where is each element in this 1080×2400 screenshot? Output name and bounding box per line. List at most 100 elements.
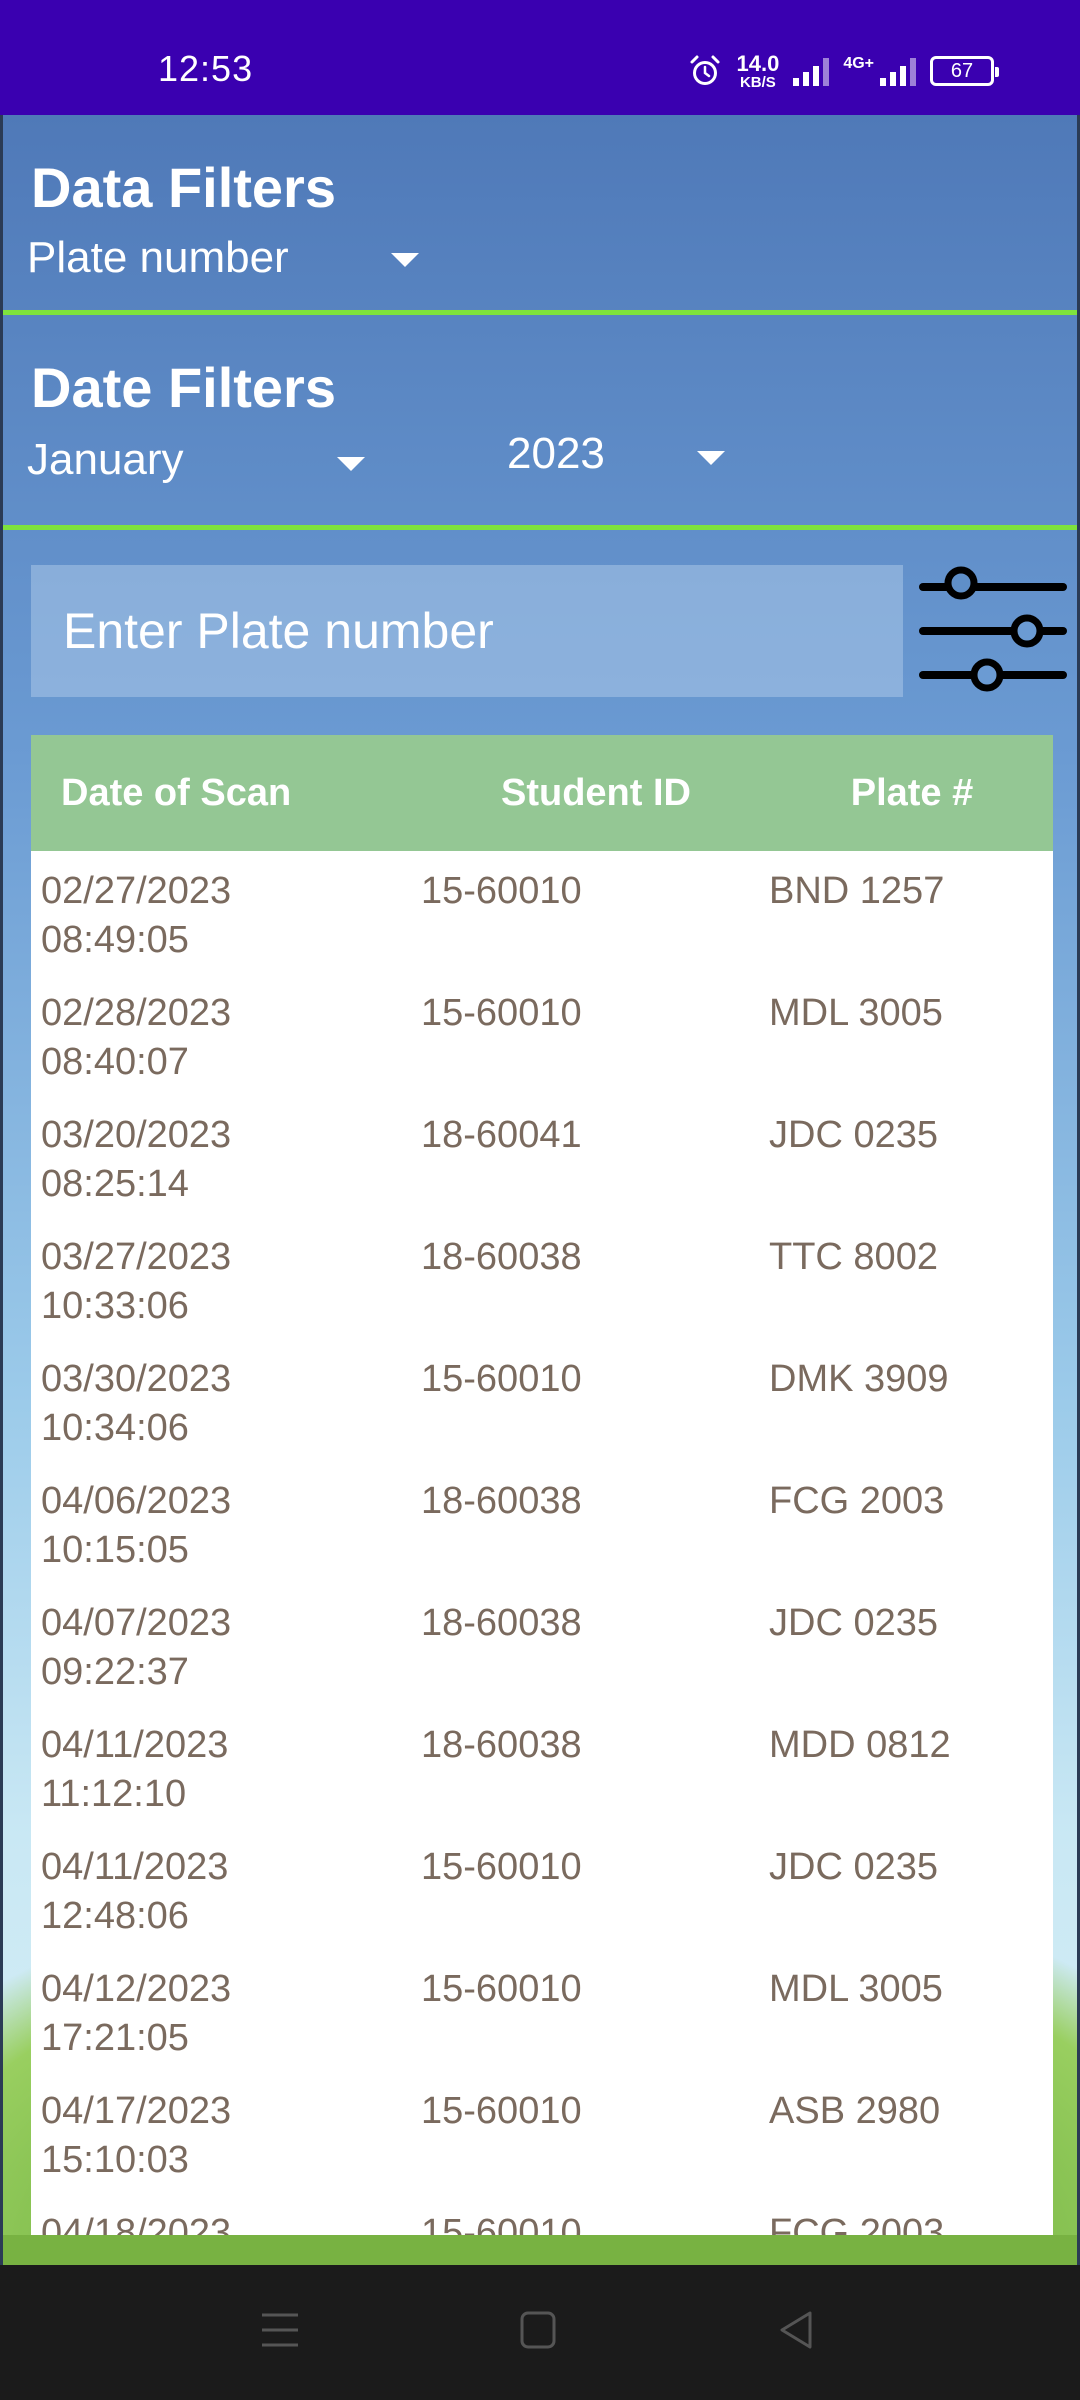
scan-date: 04/17/2023: [41, 2090, 232, 2132]
signal-icon: [793, 56, 830, 86]
plate-cell: JDC 0235: [769, 1846, 938, 1888]
date-filters-section: Date Filters January 2023: [3, 315, 1077, 530]
table-row[interactable]: 02/28/2023 08:40:07 15-60010 MDL 3005: [31, 973, 1053, 1095]
scan-time: 10:34:06: [41, 1407, 189, 1449]
column-header-date: Date of Scan: [61, 771, 292, 814]
year-dropdown[interactable]: 2023: [507, 429, 725, 479]
column-header-plate: Plate #: [850, 771, 974, 814]
data-filters-section: Data Filters Plate number: [3, 115, 1077, 315]
scan-time: 11:12:10: [41, 1773, 187, 1815]
status-icons: 14.0 KB/S 4G+ 67: [688, 48, 999, 94]
student-id-cell: 15-60010: [421, 1968, 582, 2010]
scan-date: 03/27/2023: [41, 1236, 232, 1278]
scan-date: 04/11/2023: [41, 1846, 229, 1888]
scan-date: 02/28/2023: [41, 992, 232, 1034]
scan-time: 10:15:05: [41, 1529, 189, 1571]
student-id-cell: 15-60010: [421, 1846, 582, 1888]
bottom-frame: [3, 2235, 1077, 2265]
back-icon[interactable]: [776, 2305, 816, 2355]
scan-datetime-cell: 03/27/2023 10:33:06: [31, 1217, 421, 1339]
student-id-cell: 18-60041: [421, 1114, 582, 1156]
month-dropdown[interactable]: January: [27, 435, 365, 485]
scan-date: 04/18/2023: [41, 2212, 232, 2235]
table-row[interactable]: 04/07/2023 09:22:37 18-60038 JDC 0235: [31, 1583, 1053, 1705]
chevron-down-icon: [391, 253, 419, 267]
plate-cell: BND 1257: [769, 870, 945, 912]
student-id-cell: 18-60038: [421, 1602, 582, 1644]
menu-icon[interactable]: [260, 2305, 300, 2355]
table-row[interactable]: 04/17/2023 15:10:03 15-60010 ASB 2980: [31, 2071, 1053, 2193]
scan-time: 15:10:03: [41, 2139, 189, 2181]
chevron-down-icon: [697, 451, 725, 465]
plate-cell: MDD 0812: [769, 1724, 951, 1766]
scan-date: 02/27/2023: [41, 870, 232, 912]
table-header: Date of Scan Student ID Plate #: [31, 735, 1053, 851]
scan-date: 04/11/2023: [41, 1724, 229, 1766]
table-row[interactable]: 04/11/2023 12:48:06 15-60010 JDC 0235: [31, 1827, 1053, 1949]
plate-cell: ASB 2980: [769, 2090, 941, 2132]
month-value: January: [27, 435, 184, 484]
table-row[interactable]: 04/06/2023 10:15:05 18-60038 FCG 2003: [31, 1461, 1053, 1583]
student-id-cell: 15-60010: [421, 2090, 582, 2132]
data-filters-title: Data Filters: [31, 156, 336, 219]
scan-date: 03/30/2023: [41, 1358, 232, 1400]
student-id-cell: 18-60038: [421, 1480, 582, 1522]
chevron-down-icon: [337, 457, 365, 471]
table-row[interactable]: 03/27/2023 10:33:06 18-60038 TTC 8002: [31, 1217, 1053, 1339]
scan-time: 09:22:37: [41, 1651, 189, 1693]
scan-datetime-cell: 04/11/2023 11:12:10: [31, 1705, 421, 1827]
table-row[interactable]: 04/18/2023 15-60010 FCG 2003: [31, 2193, 1053, 2235]
student-id-cell: 15-60010: [421, 992, 582, 1034]
scan-time: 10:33:06: [41, 1285, 189, 1327]
plate-search-input[interactable]: [31, 565, 903, 697]
student-id-cell: 15-60010: [421, 870, 582, 912]
scan-time: 08:25:14: [41, 1163, 189, 1205]
year-value: 2023: [507, 429, 605, 478]
scan-datetime-cell: 04/18/2023: [31, 2193, 421, 2235]
plate-cell: JDC 0235: [769, 1602, 938, 1644]
plate-cell: DMK 3909: [769, 1358, 949, 1400]
scan-time: 08:40:07: [41, 1041, 189, 1083]
scan-datetime-cell: 04/06/2023 10:15:05: [31, 1461, 421, 1583]
plate-cell: TTC 8002: [769, 1236, 938, 1278]
signal-4g-icon: 4G+: [843, 56, 916, 86]
status-time: 12:53: [158, 48, 254, 89]
battery-level: 67: [950, 59, 974, 82]
scan-datetime-cell: 04/11/2023 12:48:06: [31, 1827, 421, 1949]
table-row[interactable]: 02/27/2023 08:49:05 15-60010 BND 1257: [31, 851, 1053, 973]
scan-datetime-cell: 04/12/2023 17:21:05: [31, 1949, 421, 2071]
sliders-icon[interactable]: [917, 563, 1067, 699]
table-row[interactable]: 03/30/2023 10:34:06 15-60010 DMK 3909: [31, 1339, 1053, 1461]
table-row[interactable]: 03/20/2023 08:25:14 18-60041 JDC 0235: [31, 1095, 1053, 1217]
home-icon[interactable]: [518, 2305, 558, 2355]
data-filter-dropdown[interactable]: Plate number: [27, 233, 419, 283]
scan-datetime-cell: 02/28/2023 08:40:07: [31, 973, 421, 1095]
scan-date: 04/12/2023: [41, 1968, 232, 2010]
table-row[interactable]: 04/11/2023 11:12:10 18-60038 MDD 0812: [31, 1705, 1053, 1827]
table-row[interactable]: 04/12/2023 17:21:05 15-60010 MDL 3005: [31, 1949, 1053, 2071]
scan-table: Date of Scan Student ID Plate # 02/27/20…: [31, 735, 1053, 2235]
battery-icon: 67: [930, 56, 999, 86]
data-filter-value: Plate number: [27, 233, 289, 282]
table-body[interactable]: 02/27/2023 08:49:05 15-60010 BND 1257 02/28/…: [31, 851, 1053, 2235]
student-id-cell: 18-60038: [421, 1236, 582, 1278]
status-bar: 12:53 14.0 KB/S 4G+ 67: [0, 0, 1080, 115]
scan-date: 04/07/2023: [41, 1602, 232, 1644]
plate-cell: FCG 2003: [769, 1480, 945, 1522]
scan-datetime-cell: 04/17/2023 15:10:03: [31, 2071, 421, 2193]
scan-time: 17:21:05: [41, 2017, 189, 2059]
alarm-icon: [690, 55, 720, 85]
net-speed-value: 14.0: [736, 50, 780, 76]
student-id-cell: 15-60010: [421, 1358, 582, 1400]
scan-date: 04/06/2023: [41, 1480, 232, 1522]
plate-cell: MDL 3005: [769, 1968, 943, 2010]
signal-bars-icon: [880, 56, 916, 86]
scan-time: 08:49:05: [41, 919, 189, 961]
scan-date: 03/20/2023: [41, 1114, 232, 1156]
plate-cell: MDL 3005: [769, 992, 943, 1034]
scan-datetime-cell: 03/30/2023 10:34:06: [31, 1339, 421, 1461]
date-filters-title: Date Filters: [31, 356, 336, 419]
network-tag: 4G+: [843, 55, 874, 72]
student-id-cell: 18-60038: [421, 1724, 582, 1766]
app-screen: Data Filters Plate number Date Filters J…: [0, 115, 1080, 2265]
